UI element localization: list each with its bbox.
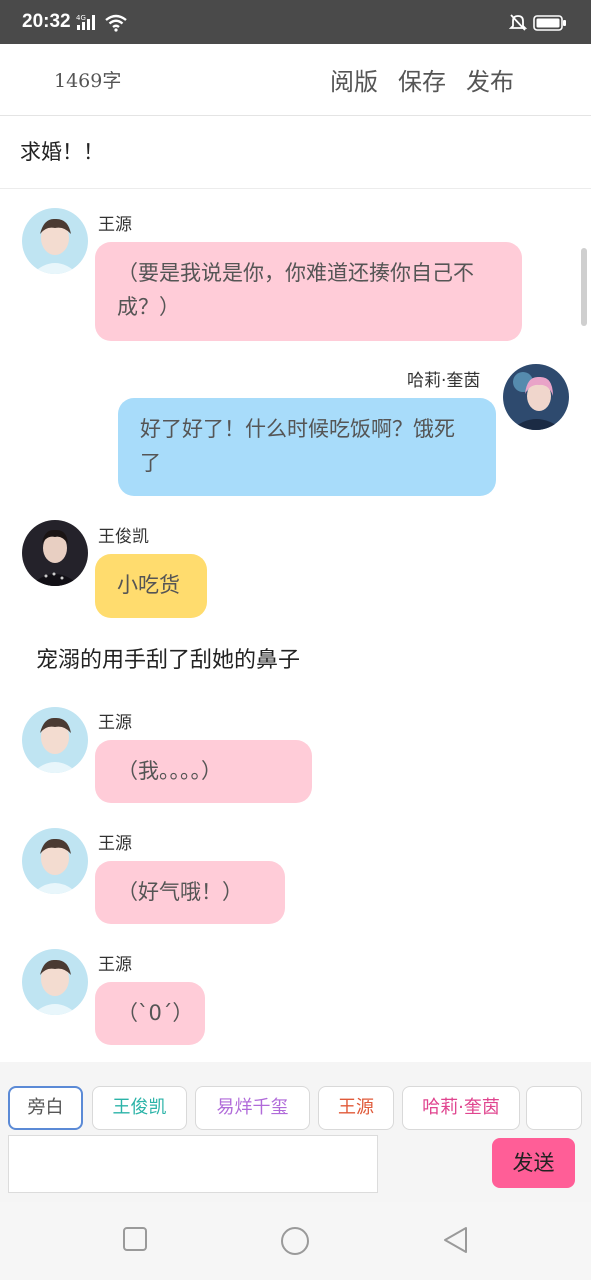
narration-text[interactable]: 宠溺的用手刮了刮她的鼻子 xyxy=(36,642,300,674)
message-bubble: （要是我说是你，你难道还揍你自己不成？） xyxy=(95,242,522,341)
chip-label: 王俊凯 xyxy=(112,1097,167,1118)
sender-name: 王俊凯 xyxy=(98,527,149,547)
chip-label: 王源 xyxy=(338,1097,374,1118)
avatar xyxy=(22,828,88,894)
mute-bell-icon xyxy=(508,12,528,36)
scrollbar[interactable] xyxy=(581,248,587,326)
sender-name: 王源 xyxy=(98,955,132,975)
circle-home-icon[interactable] xyxy=(280,1226,310,1260)
title-divider xyxy=(0,188,591,189)
message-bubble: （`0´） xyxy=(95,982,205,1045)
character-chip-add[interactable] xyxy=(526,1086,582,1130)
avatar xyxy=(22,520,88,586)
status-bar: 20:32 4G xyxy=(0,0,591,44)
sender-name: 哈莉·奎茵 xyxy=(407,371,481,391)
character-chip-yi-yangqianxi[interactable]: 易烊千玺 xyxy=(195,1086,310,1130)
avatar xyxy=(22,707,88,773)
triangle-back-icon[interactable] xyxy=(442,1226,470,1258)
preview-button[interactable]: 阅版 xyxy=(330,62,378,97)
message-bubble: 好了好了！什么时候吃饭啊？饿死了 xyxy=(118,398,496,496)
svg-text:4G: 4G xyxy=(76,14,86,22)
send-button[interactable]: 发送 xyxy=(492,1138,575,1188)
publish-button[interactable]: 发布 xyxy=(466,62,514,97)
avatar xyxy=(22,949,88,1015)
signal-icon: 4G xyxy=(76,13,100,35)
editor-toolbar: 1469字 阅版 保存 发布 xyxy=(0,44,591,116)
message-bubble: 小吃货 xyxy=(95,554,207,618)
square-recent-icon[interactable] xyxy=(122,1226,148,1256)
sender-name: 王源 xyxy=(98,215,132,235)
save-button[interactable]: 保存 xyxy=(398,62,446,97)
chip-label: 易烊千玺 xyxy=(216,1097,289,1118)
story-title[interactable]: 求婚！！ xyxy=(20,136,104,166)
chip-label: 旁白 xyxy=(27,1097,64,1118)
avatar xyxy=(22,208,88,274)
battery-icon xyxy=(533,15,567,35)
character-chip-wang-junkai[interactable]: 王俊凯 xyxy=(92,1086,187,1130)
system-nav-bar xyxy=(0,1202,591,1280)
character-chip-wang-yuan[interactable]: 王源 xyxy=(318,1086,394,1130)
message-bubble: （好气哦！） xyxy=(95,861,285,924)
word-count: 1469字 xyxy=(54,70,122,92)
avatar xyxy=(503,364,569,430)
status-time: 20:32 xyxy=(22,11,71,32)
wifi-icon xyxy=(104,14,128,36)
message-input[interactable] xyxy=(8,1135,378,1193)
character-chip-narrator[interactable]: 旁白 xyxy=(8,1086,83,1130)
character-chip-harley-quinn[interactable]: 哈莉·奎茵 xyxy=(402,1086,520,1130)
chip-label: 哈莉·奎茵 xyxy=(422,1097,500,1118)
message-bubble: （我。。。。） xyxy=(95,740,312,803)
sender-name: 王源 xyxy=(98,713,132,733)
sender-name: 王源 xyxy=(98,834,132,854)
toolbar-actions: 阅版 保存 发布 xyxy=(330,62,514,97)
